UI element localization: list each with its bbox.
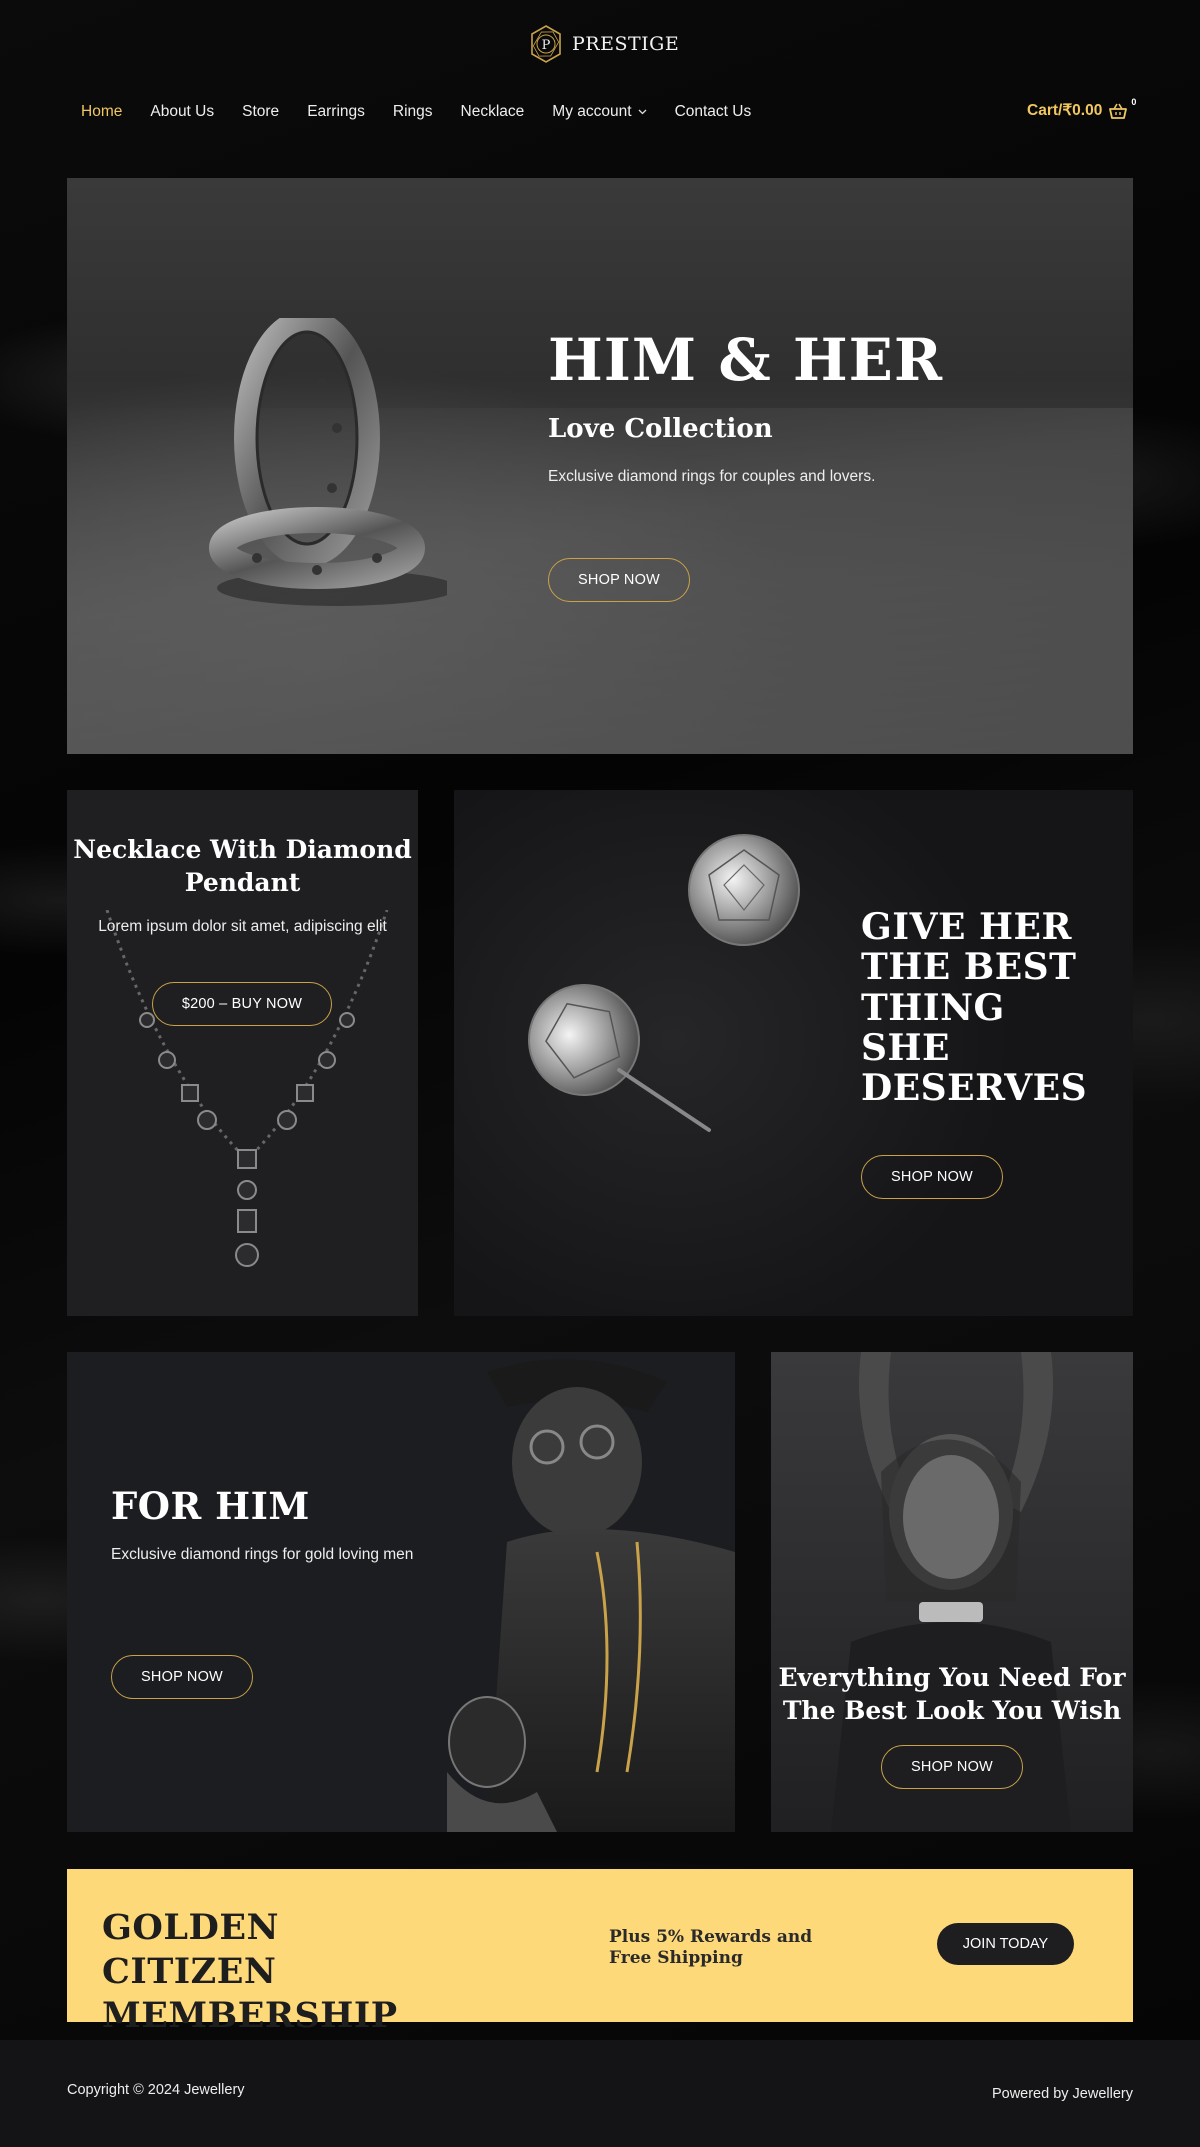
best-look-title: Everything You Need For The Best Look Yo… (778, 1663, 1126, 1725)
nav-item-necklace[interactable]: Necklace (461, 103, 525, 121)
diamond-earrings-image (528, 834, 800, 1132)
nav-item-contact-us[interactable]: Contact Us (675, 103, 752, 121)
nav-item-rings[interactable]: Rings (393, 103, 433, 121)
cart-count-badge: 0 (1131, 96, 1137, 107)
hero-banner: HIM & HER Love Collection Exclusive diam… (67, 178, 1133, 754)
copyright-text: Copyright © 2024 Jewellery (67, 2082, 245, 2098)
main-nav: Home About Us Store Earrings Rings Neckl… (81, 103, 779, 121)
hero-description: Exclusive diamond rings for couples and … (548, 468, 876, 485)
nav-item-earrings[interactable]: Earrings (307, 103, 365, 121)
nav-item-about-us[interactable]: About Us (150, 103, 214, 121)
join-today-button[interactable]: JOIN TODAY (937, 1923, 1074, 1965)
nav-item-store[interactable]: Store (242, 103, 279, 121)
cart-total: Cart/₹0.00 (1027, 102, 1103, 119)
hero-title: HIM & HER (548, 326, 944, 394)
hero-subtitle: Love Collection (548, 414, 773, 444)
nav-item-home[interactable]: Home (81, 103, 122, 121)
nav-item-my-account-label: My account (552, 103, 632, 120)
site-header: P PRESTIGE Home About Us Store Earrings … (0, 0, 1200, 150)
best-look-promo-card: Everything You Need For The Best Look Yo… (771, 1352, 1133, 1832)
membership-offer: Plus 5% Rewards and Free Shipping (609, 1927, 813, 1969)
necklace-buy-now-button[interactable]: $200 – BUY NOW (152, 982, 332, 1026)
logo-emblem-icon: P (528, 24, 564, 64)
best-look-shop-now-button[interactable]: SHOP NOW (881, 1745, 1023, 1789)
basket-icon: 0 (1108, 97, 1136, 120)
for-him-title: FOR HIM (111, 1484, 310, 1528)
couple-rings-image (209, 318, 447, 606)
earrings-shop-now-button[interactable]: SHOP NOW (861, 1155, 1003, 1199)
for-him-description: Exclusive diamond rings for gold loving … (111, 1546, 414, 1563)
site-footer: Copyright © 2024 Jewellery Powered by Je… (0, 2040, 1200, 2147)
earrings-headline: GIVE HER THE BEST THING SHE DESERVES (861, 906, 1088, 1110)
cart-link[interactable]: Cart/₹0.00 0 (1027, 97, 1136, 120)
earrings-promo-card: GIVE HER THE BEST THING SHE DESERVES SHO… (454, 790, 1133, 1316)
for-him-promo-card: FOR HIM Exclusive diamond rings for gold… (67, 1352, 735, 1832)
membership-banner: GOLDEN CITIZEN MEMBERSHIP Plus 5% Reward… (67, 1869, 1133, 2036)
necklace-description: Lorem ipsum dolor sit amet, adipiscing e… (98, 918, 387, 935)
brand-name: PRESTIGE (572, 33, 680, 55)
chevron-down-icon (638, 109, 647, 115)
man-with-gold-chain-image (447, 1359, 735, 1832)
necklace-title: Necklace With Diamond Pendant (73, 835, 412, 897)
membership-title: GOLDEN CITIZEN MEMBERSHIP (102, 1907, 398, 2036)
powered-by-text: Powered by Jewellery (991, 2086, 1133, 2102)
for-him-shop-now-button[interactable]: SHOP NOW (111, 1655, 253, 1699)
logo-letter: P (542, 38, 551, 53)
site-logo[interactable]: P PRESTIGE (528, 24, 679, 64)
nav-item-my-account[interactable]: My account (552, 103, 647, 121)
necklace-promo-card: Necklace With Diamond Pendant Lorem ipsu… (67, 790, 418, 1316)
hero-shop-now-button[interactable]: SHOP NOW (548, 558, 690, 602)
diamond-necklace-image (105, 910, 389, 1267)
